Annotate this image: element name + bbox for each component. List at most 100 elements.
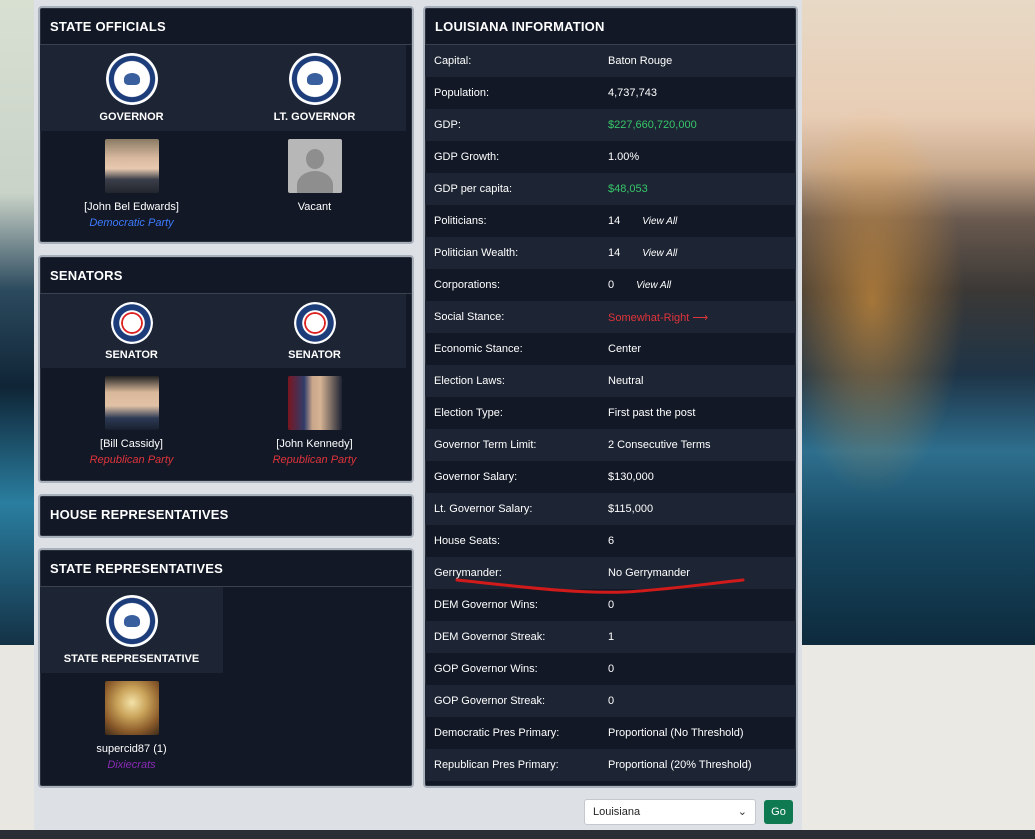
info-row-gop-governor-wins: GOP Governor Wins: 0 bbox=[425, 653, 796, 685]
info-row-republican-pres-primary: Republican Pres Primary: Proportional (20… bbox=[425, 749, 796, 781]
info-value: 14 bbox=[608, 247, 621, 259]
senator-photo-2[interactable] bbox=[287, 376, 342, 430]
info-value: 0 bbox=[608, 599, 615, 611]
info-row-gdp-growth: GDP Growth: 1.00% bbox=[425, 141, 796, 173]
info-key: Election Type: bbox=[434, 407, 503, 419]
governor-name[interactable]: [John Bel Edwards] bbox=[84, 201, 179, 213]
state-rep-name[interactable]: supercid87 (1) bbox=[96, 743, 166, 755]
background-image-right bbox=[802, 0, 1035, 645]
louisiana-seal-icon bbox=[105, 53, 158, 105]
info-row-social-stance: Social Stance: Somewhat-Right ⟶ bbox=[425, 301, 796, 333]
social-stance-link[interactable]: Somewhat-Right bbox=[608, 312, 689, 324]
senator-seal-cell-1: SENATOR bbox=[40, 294, 223, 368]
info-value: 1.00% bbox=[608, 151, 640, 163]
info-row-capital: Capital: Baton Rouge bbox=[425, 45, 796, 77]
info-row-house-seats: House Seats: 6 bbox=[425, 525, 796, 557]
bottom-strip bbox=[0, 830, 1035, 839]
info-row-lt-governor-salary: Lt. Governor Salary: $115,000 bbox=[425, 493, 796, 525]
governor-person[interactable]: [John Bel Edwards] Democratic Party bbox=[40, 131, 223, 241]
state-information-title: LOUISIANA INFORMATION bbox=[425, 8, 796, 45]
senator-person-1[interactable]: [Bill Cassidy] Republican Party bbox=[40, 368, 223, 478]
info-key: House Seats: bbox=[434, 535, 501, 547]
info-value: No Gerrymander bbox=[608, 567, 690, 579]
info-key: Social Stance: bbox=[434, 311, 505, 323]
governor-party[interactable]: Democratic Party bbox=[89, 217, 173, 229]
view-all-politicians-link[interactable]: View All bbox=[642, 216, 677, 227]
info-value: $115,000 bbox=[608, 503, 654, 515]
info-table: Capital: Baton Rouge Population: 4,737,743… bbox=[425, 45, 796, 781]
info-key: Republican Pres Primary: bbox=[434, 759, 559, 771]
background-right-bottom bbox=[802, 645, 1035, 839]
role-governor: GOVERNOR bbox=[99, 111, 164, 123]
info-value: 14 bbox=[608, 215, 621, 227]
role-lt-governor: LT. GOVERNOR bbox=[273, 111, 356, 123]
view-all-wealth-link[interactable]: View All bbox=[642, 248, 677, 259]
role-state-representative: STATE REPRESENTATIVE bbox=[63, 653, 200, 665]
info-value: $130,000 bbox=[608, 471, 654, 483]
info-row-gdp: GDP: $227,660,720,000 bbox=[425, 109, 796, 141]
info-value: Baton Rouge bbox=[608, 55, 673, 67]
info-row-governor-term-limit: Governor Term Limit: 2 Consecutive Terms bbox=[425, 429, 796, 461]
info-row-dem-governor-streak: DEM Governor Streak: 1 bbox=[425, 621, 796, 653]
info-key: GOP Governor Streak: bbox=[434, 695, 546, 707]
state-rep-photo[interactable] bbox=[104, 681, 159, 735]
info-key: Capital: bbox=[434, 55, 472, 67]
senator-party-2[interactable]: Republican Party bbox=[273, 454, 357, 466]
info-key: Politician Wealth: bbox=[434, 247, 519, 259]
vacant-avatar-icon bbox=[287, 139, 342, 193]
state-officials-title: STATE OFFICIALS bbox=[40, 8, 412, 45]
senate-seal-icon bbox=[110, 301, 153, 344]
lt-governor-person: Vacant bbox=[223, 131, 406, 241]
louisiana-seal-icon bbox=[288, 53, 341, 105]
info-row-gdp-per-capita: GDP per capita: $48,053 bbox=[425, 173, 796, 205]
info-row-corporations: Corporations: 0 View All bbox=[425, 269, 796, 301]
info-value: $227,660,720,000 bbox=[608, 119, 697, 131]
info-key: Population: bbox=[434, 87, 490, 99]
arrow-right-icon: ⟶ bbox=[692, 311, 709, 324]
view-all-corporations-link[interactable]: View All bbox=[636, 280, 671, 291]
chevron-down-icon: ⌄ bbox=[737, 806, 747, 818]
info-value: 2 Consecutive Terms bbox=[608, 439, 711, 451]
state-rep-person[interactable]: supercid87 (1) Dixiecrats bbox=[40, 673, 223, 783]
senator-person-2[interactable]: [John Kennedy] Republican Party bbox=[223, 368, 406, 478]
go-button[interactable]: Go bbox=[764, 800, 793, 824]
senator-party-1[interactable]: Republican Party bbox=[90, 454, 174, 466]
info-key: GOP Governor Wins: bbox=[434, 663, 538, 675]
info-value: 0 bbox=[608, 279, 615, 291]
info-row-gop-governor-streak: GOP Governor Streak: 0 bbox=[425, 685, 796, 717]
info-value: Center bbox=[608, 343, 642, 355]
state-representatives-title: STATE REPRESENTATIVES bbox=[40, 550, 412, 587]
governor-photo[interactable] bbox=[104, 139, 159, 193]
info-key: GDP per capita: bbox=[434, 183, 513, 195]
info-key: DEM Governor Wins: bbox=[434, 599, 538, 611]
info-value: 6 bbox=[608, 535, 615, 547]
info-key: Election Laws: bbox=[434, 375, 505, 387]
info-key: Corporations: bbox=[434, 279, 501, 291]
senate-seal-icon bbox=[293, 301, 336, 344]
louisiana-seal-icon bbox=[105, 595, 158, 647]
state-information-panel: LOUISIANA INFORMATION Capital: Baton Roug… bbox=[423, 6, 798, 788]
state-rep-party[interactable]: Dixiecrats bbox=[107, 759, 155, 771]
info-key: Gerrymander: bbox=[434, 567, 502, 579]
house-representatives-title: HOUSE REPRESENTATIVES bbox=[50, 506, 229, 522]
info-value: Neutral bbox=[608, 375, 644, 387]
senator-name-2[interactable]: [John Kennedy] bbox=[276, 438, 352, 450]
info-row-governor-salary: Governor Salary: $130,000 bbox=[425, 461, 796, 493]
info-key: Economic Stance: bbox=[434, 343, 523, 355]
info-key: Democratic Pres Primary: bbox=[434, 727, 560, 739]
info-value: 0 bbox=[608, 695, 615, 707]
background-image-left bbox=[0, 0, 34, 645]
senator-name-1[interactable]: [Bill Cassidy] bbox=[100, 438, 163, 450]
info-value: First past the post bbox=[608, 407, 696, 419]
state-select[interactable]: Louisiana ⌄ bbox=[584, 799, 756, 825]
background-left-bottom bbox=[0, 645, 34, 839]
house-representatives-panel: HOUSE REPRESENTATIVES bbox=[38, 494, 414, 538]
senator-photo-1[interactable] bbox=[104, 376, 159, 430]
info-row-dem-governor-wins: DEM Governor Wins: 0 bbox=[425, 589, 796, 621]
info-value: 0 bbox=[608, 663, 615, 675]
info-value: 1 bbox=[608, 631, 615, 643]
role-senator-2: SENATOR bbox=[288, 348, 341, 361]
info-key: Governor Term Limit: bbox=[434, 439, 537, 451]
info-row-election-laws: Election Laws: Neutral bbox=[425, 365, 796, 397]
info-row-economic-stance: Economic Stance: Center bbox=[425, 333, 796, 365]
